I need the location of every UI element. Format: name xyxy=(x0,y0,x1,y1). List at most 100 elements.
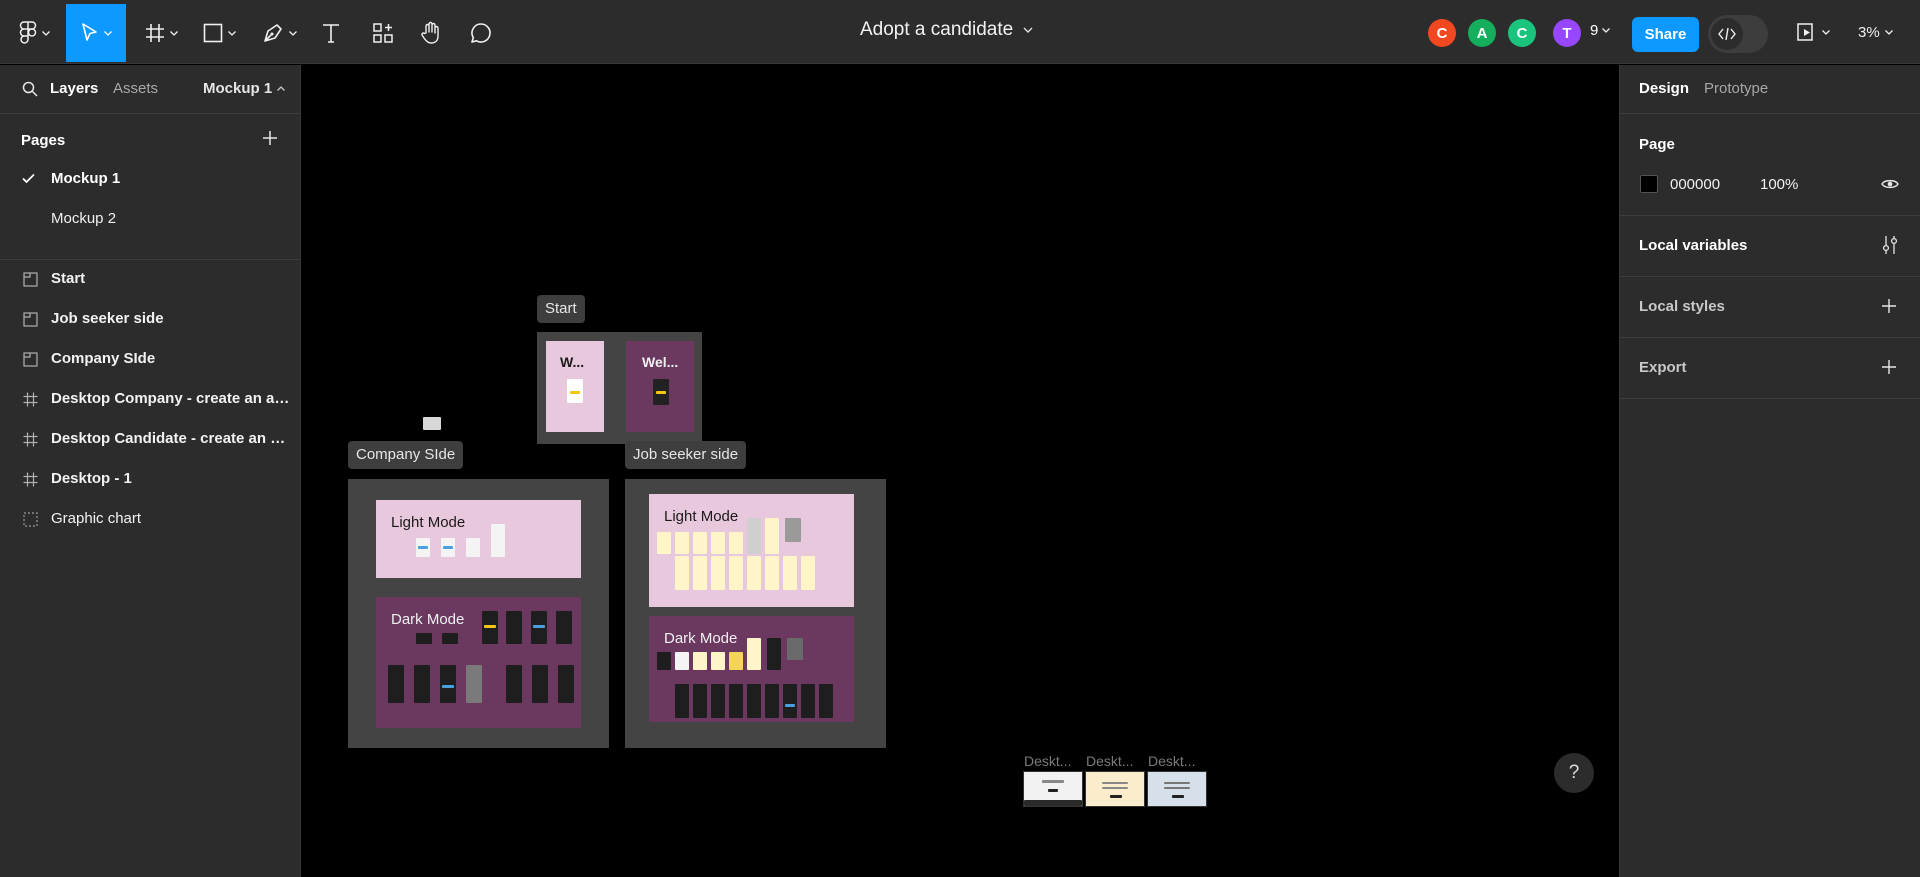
add-export-plus-icon[interactable] xyxy=(1881,359,1897,375)
frame-desktop-1[interactable] xyxy=(1147,771,1207,807)
layer-item-desktop-candidate[interactable]: Desktop Candidate - create an ac... xyxy=(0,421,300,457)
export-heading[interactable]: Export xyxy=(1639,359,1687,376)
section-job-seeker-side[interactable]: Light Mode Dark Mode xyxy=(625,479,886,748)
frame-label-desktop[interactable]: Deskt... xyxy=(1086,753,1133,769)
comment-tool-button[interactable] xyxy=(466,4,496,62)
move-tool-button[interactable] xyxy=(66,4,126,62)
search-icon[interactable] xyxy=(22,81,38,97)
mini-screen xyxy=(729,684,743,718)
hand-tool-button[interactable] xyxy=(416,4,446,62)
toggle-knob xyxy=(1711,18,1743,50)
toolbar: Adopt a candidate C A C T 9 Share 3% xyxy=(0,0,1920,64)
document-title[interactable]: Adopt a candidate xyxy=(860,19,1033,41)
avatar[interactable]: T xyxy=(1553,19,1581,47)
layer-item-company-side[interactable]: Company SIde xyxy=(0,341,300,377)
section-label-job-seeker-side[interactable]: Job seeker side xyxy=(625,441,747,469)
page-item-mockup-1[interactable]: Mockup 1 xyxy=(0,161,300,197)
present-button[interactable] xyxy=(1796,22,1830,42)
page-color-swatch[interactable] xyxy=(1640,175,1658,193)
frame-company-dark-mode[interactable]: Dark Mode xyxy=(376,597,581,728)
layer-item-start[interactable]: Start xyxy=(0,261,300,297)
zoom-dropdown[interactable]: 3% xyxy=(1858,24,1893,41)
section-icon xyxy=(23,352,38,367)
mini-screen xyxy=(675,684,689,718)
layer-item-job-seeker-side[interactable]: Job seeker side xyxy=(0,301,300,337)
page-color-hex[interactable]: 000000 xyxy=(1670,176,1720,193)
avatar[interactable]: A xyxy=(1468,19,1496,47)
frame-welcome-dark[interactable]: Wel... xyxy=(626,341,694,432)
layer-label: Start xyxy=(51,270,86,287)
avatar[interactable]: C xyxy=(1428,19,1456,47)
frame-tool-button[interactable] xyxy=(140,4,182,62)
section-label-company-side[interactable]: Company SIde xyxy=(348,441,464,469)
text-tool-button[interactable] xyxy=(316,4,346,62)
main-menu-button[interactable] xyxy=(14,4,54,62)
mini-screen xyxy=(711,532,725,554)
pen-tool-button[interactable] xyxy=(258,4,300,62)
mini-screen xyxy=(506,665,522,703)
frame-desktop-company[interactable] xyxy=(1023,771,1083,807)
add-page-plus-icon[interactable] xyxy=(262,130,278,146)
resources-tool-button[interactable] xyxy=(368,4,398,62)
frame-label-desktop[interactable]: Deskt... xyxy=(1024,753,1071,769)
section-company-side[interactable]: Light Mode Dark Mode xyxy=(348,479,609,748)
share-button[interactable]: Share xyxy=(1632,17,1699,52)
section-start[interactable]: W... Wel... xyxy=(537,332,702,444)
avatar[interactable]: C xyxy=(1508,19,1536,47)
layer-label: Desktop Candidate - create an ac... xyxy=(51,430,291,447)
add-style-plus-icon[interactable] xyxy=(1881,298,1897,314)
divider xyxy=(1620,337,1920,338)
mini-line xyxy=(1048,789,1058,792)
page-item-mockup-2[interactable]: Mockup 2 xyxy=(0,201,300,237)
help-button[interactable]: ? xyxy=(1554,753,1594,793)
mini-screen xyxy=(693,652,707,670)
eye-icon[interactable] xyxy=(1881,178,1899,190)
mini-screen xyxy=(729,556,743,590)
frame-desktop-candidate[interactable] xyxy=(1085,771,1145,807)
local-variables-heading[interactable]: Local variables xyxy=(1639,237,1747,254)
frame-welcome-light[interactable]: W... xyxy=(546,341,604,432)
tab-design[interactable]: Design xyxy=(1639,80,1689,97)
frame-label-desktop[interactable]: Deskt... xyxy=(1148,753,1195,769)
mini-screen xyxy=(466,538,480,557)
local-styles-heading[interactable]: Local styles xyxy=(1639,298,1725,315)
layer-item-desktop-1[interactable]: Desktop - 1 xyxy=(0,461,300,497)
collaborators-dropdown[interactable]: 9 xyxy=(1590,22,1611,39)
frame-job-light-mode[interactable]: Light Mode xyxy=(649,494,854,607)
graphic-chart-thumbnail[interactable] xyxy=(423,417,441,430)
page-selector[interactable]: Mockup 1 xyxy=(203,80,286,97)
frame-company-light-mode[interactable]: Light Mode xyxy=(376,500,581,578)
avatar-initial: A xyxy=(1476,24,1488,42)
page-opacity[interactable]: 100% xyxy=(1760,176,1798,193)
frame-job-dark-mode[interactable]: Dark Mode xyxy=(649,616,854,722)
layer-item-desktop-company[interactable]: Desktop Company - create an acc... xyxy=(0,381,300,417)
tab-layers[interactable]: Layers xyxy=(50,80,98,97)
avatar-initial: C xyxy=(1516,24,1528,42)
tab-assets[interactable]: Assets xyxy=(113,80,158,97)
chevron-down-icon xyxy=(169,30,178,36)
mini-screen-accent xyxy=(484,625,496,628)
mini-screen xyxy=(747,556,761,590)
mini-screen xyxy=(787,638,803,660)
tab-prototype[interactable]: Prototype xyxy=(1704,80,1768,97)
shape-tool-button[interactable] xyxy=(198,4,240,62)
mini-screen-accent xyxy=(418,546,428,549)
code-brackets-icon xyxy=(1718,27,1736,41)
frame-title: Dark Mode xyxy=(664,630,738,647)
chevron-down-icon xyxy=(1884,30,1893,35)
mini-screen xyxy=(414,665,430,703)
mini-screen-accent xyxy=(443,546,453,549)
mini-screen xyxy=(765,684,779,718)
chevron-down-icon xyxy=(1602,28,1611,33)
chevron-down-icon xyxy=(1822,29,1830,35)
layer-label: Desktop Company - create an acc... xyxy=(51,390,291,407)
mini-screen xyxy=(767,638,781,670)
dev-mode-toggle[interactable] xyxy=(1708,15,1768,53)
section-label-start[interactable]: Start xyxy=(537,295,585,323)
mini-screen xyxy=(765,518,779,554)
variables-sliders-icon[interactable] xyxy=(1881,235,1899,255)
canvas[interactable]: Start W... Wel... Company SIde Light Mod… xyxy=(302,65,1618,877)
layer-item-graphic-chart[interactable]: Graphic chart xyxy=(0,501,300,537)
pages-heading: Pages xyxy=(21,132,66,149)
divider xyxy=(1620,276,1920,277)
